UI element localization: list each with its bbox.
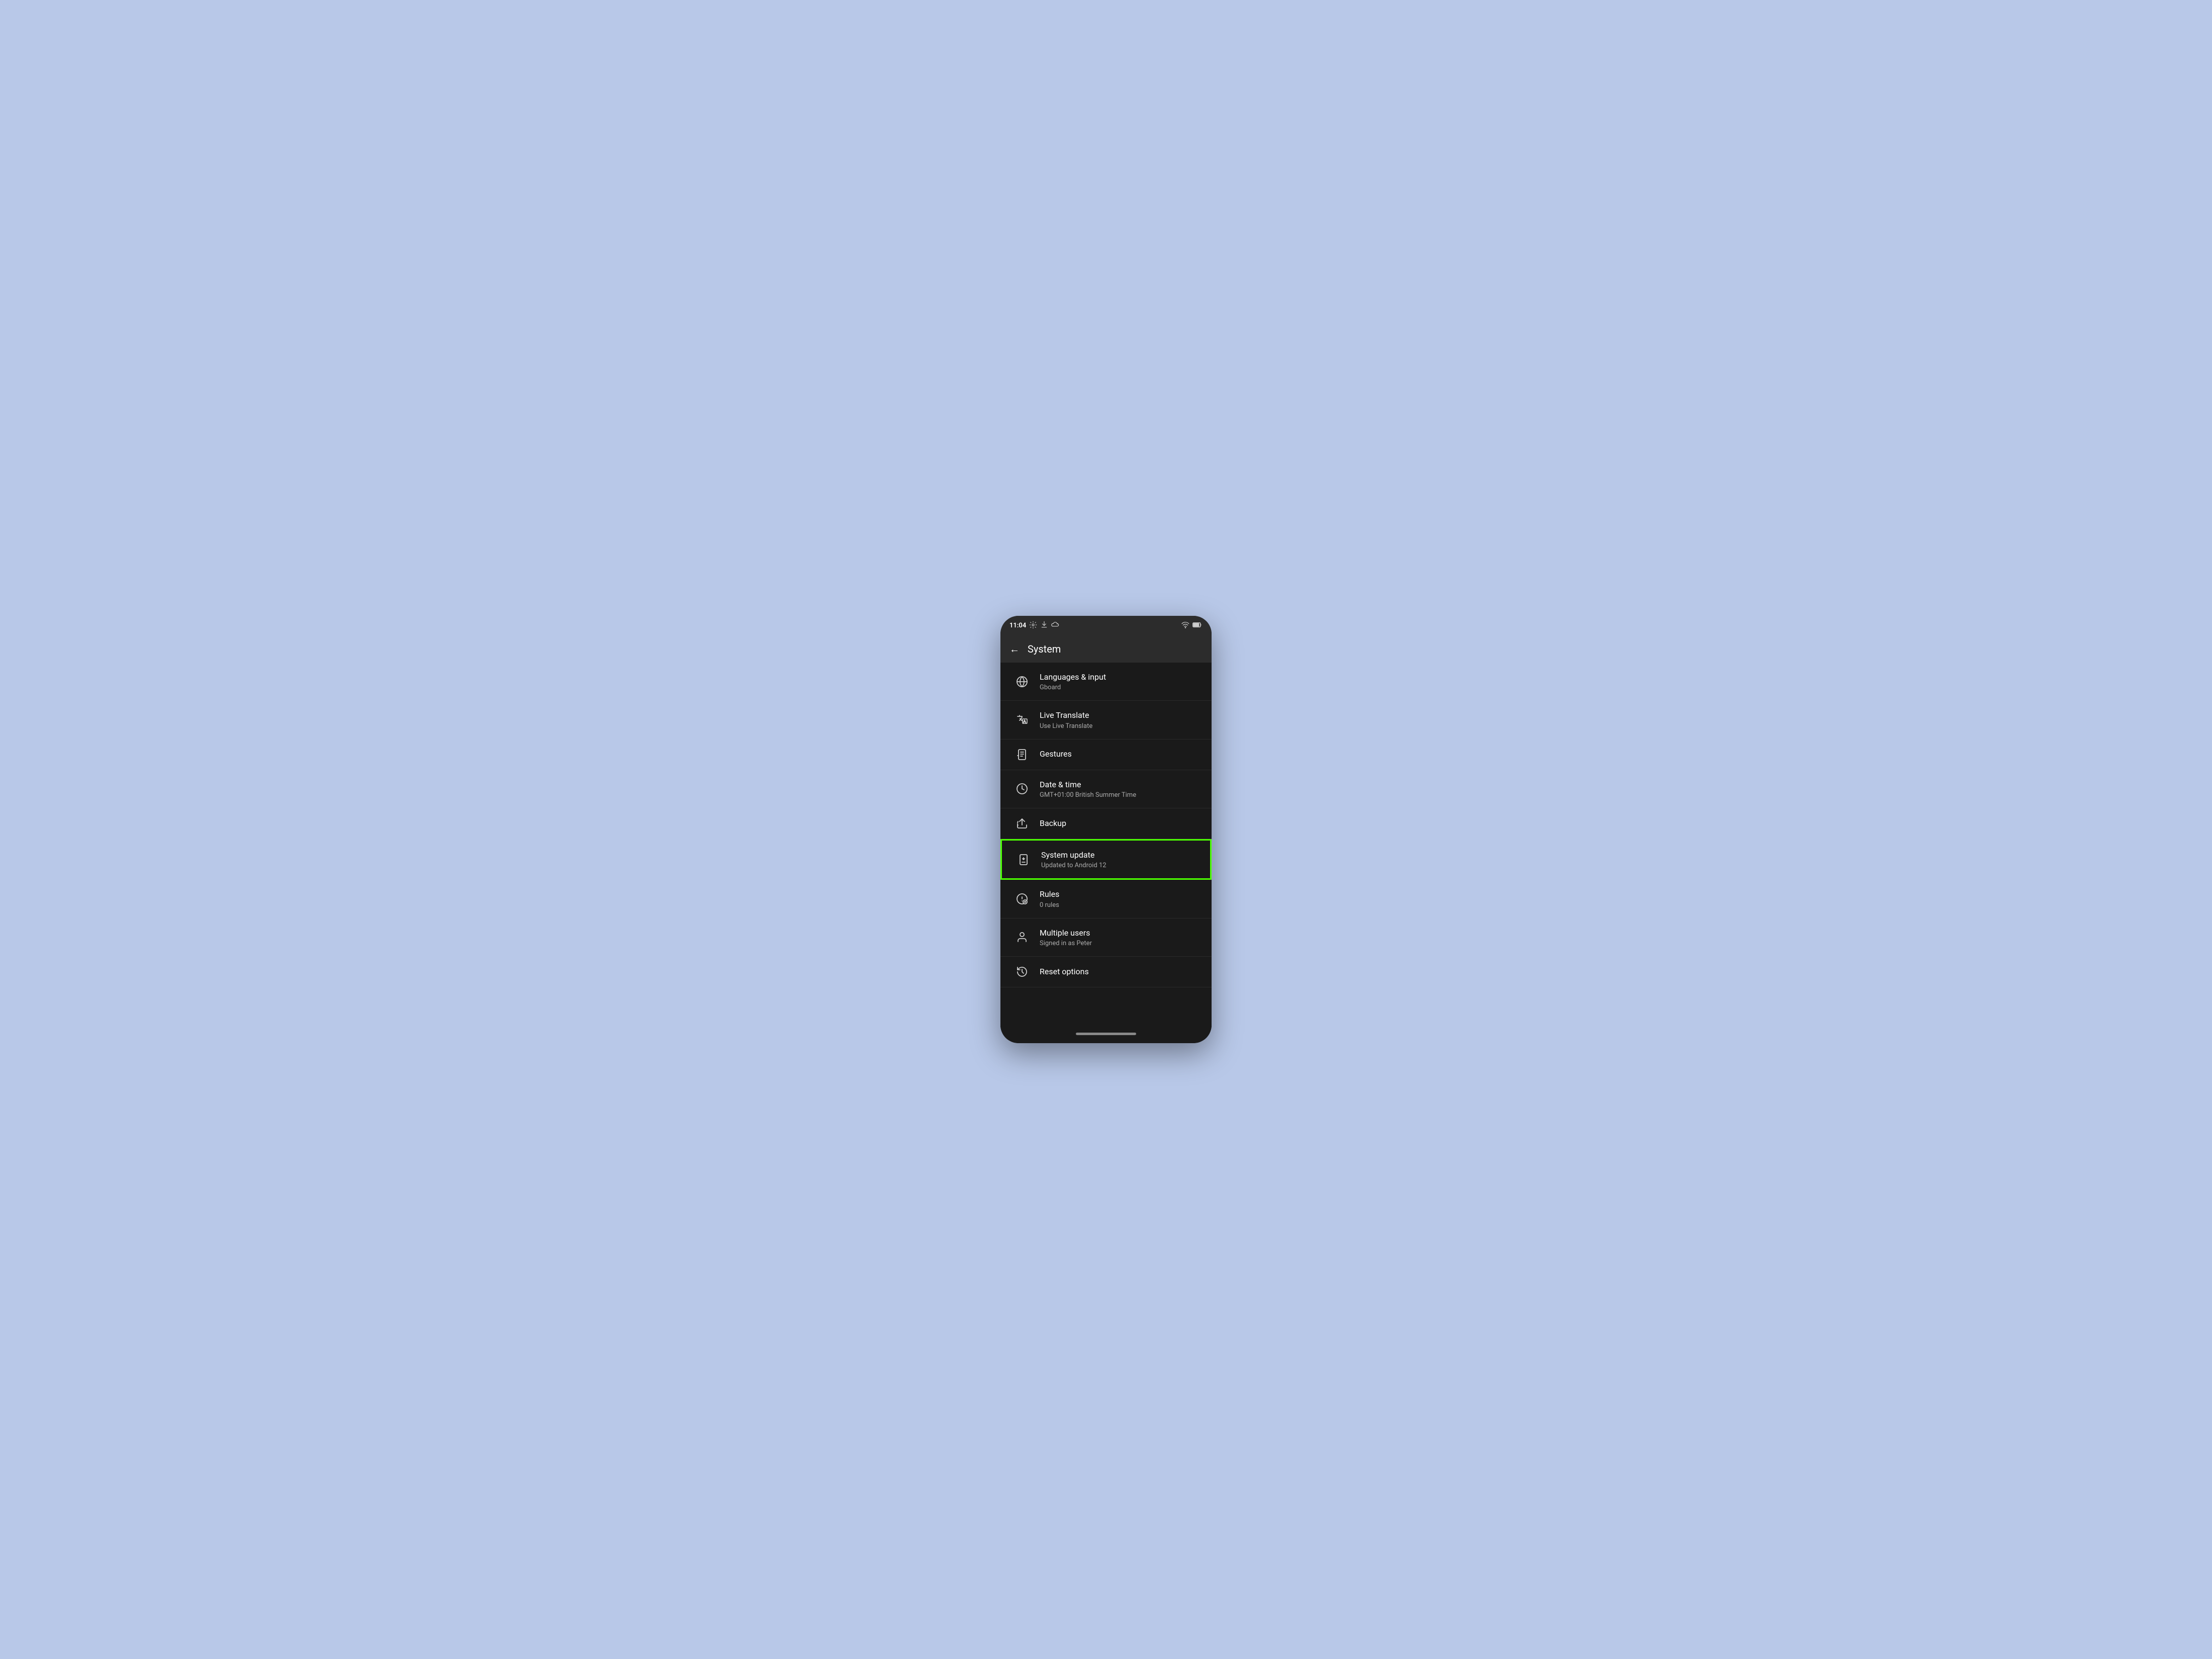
gear-icon (1029, 621, 1037, 631)
page-title: System (1028, 643, 1061, 655)
multiple-users-subtitle: Signed in as Peter (1040, 940, 1201, 947)
reset-options-text: Reset options (1033, 966, 1201, 977)
live-translate-subtitle: Use Live Translate (1040, 722, 1201, 730)
date-time-subtitle: GMT+01:00 British Summer Time (1040, 791, 1201, 799)
rules-text: Rules 0 rules (1033, 889, 1201, 908)
rules-title: Rules (1040, 889, 1201, 900)
rules-subtitle: 0 rules (1040, 901, 1201, 909)
backup-title: Backup (1040, 818, 1201, 829)
reset-icon (1011, 966, 1033, 978)
users-icon (1011, 931, 1033, 943)
live-translate-text: Live Translate Use Live Translate (1033, 710, 1201, 729)
system-update-title: System update (1041, 850, 1199, 861)
rules-icon (1011, 893, 1033, 905)
languages-title: Languages & input (1040, 672, 1201, 683)
clock-icon (1011, 783, 1033, 795)
date-time-title: Date & time (1040, 779, 1201, 790)
globe-icon (1011, 676, 1033, 688)
menu-list: Languages & input Gboard Live Translate … (1000, 663, 1212, 1028)
reset-options-title: Reset options (1040, 966, 1201, 977)
battery-icon (1192, 621, 1203, 631)
home-bar (1000, 1028, 1212, 1043)
gestures-text: Gestures (1033, 749, 1201, 760)
gestures-title: Gestures (1040, 749, 1201, 760)
bottom-spacer (1000, 987, 1212, 1028)
backup-text: Backup (1033, 818, 1201, 829)
cloud-icon (1051, 621, 1059, 631)
status-bar-left: 11:04 (1009, 621, 1059, 631)
menu-item-backup[interactable]: Backup (1000, 808, 1212, 839)
multiple-users-text: Multiple users Signed in as Peter (1033, 928, 1201, 947)
menu-item-multiple-users[interactable]: Multiple users Signed in as Peter (1000, 918, 1212, 957)
gesture-icon (1011, 749, 1033, 761)
download-icon (1040, 621, 1048, 631)
status-bar-right (1181, 621, 1203, 631)
menu-item-gestures[interactable]: Gestures (1000, 740, 1212, 770)
menu-item-date-time[interactable]: Date & time GMT+01:00 British Summer Tim… (1000, 770, 1212, 808)
back-button[interactable]: ← (1009, 643, 1020, 656)
system-update-text: System update Updated to Android 12 (1034, 850, 1199, 869)
live-translate-title: Live Translate (1040, 710, 1201, 721)
status-time: 11:04 (1009, 622, 1026, 629)
backup-icon (1011, 817, 1033, 829)
menu-item-languages[interactable]: Languages & input Gboard (1000, 663, 1212, 701)
status-bar: 11:04 (1000, 616, 1212, 636)
menu-item-rules[interactable]: Rules 0 rules (1000, 880, 1212, 918)
wifi-icon (1181, 621, 1189, 631)
languages-text: Languages & input Gboard (1033, 672, 1201, 691)
translate-icon (1011, 714, 1033, 726)
update-icon (1013, 854, 1034, 866)
header: ← System (1000, 636, 1212, 663)
phone-container: 11:04 (1000, 616, 1212, 1043)
languages-subtitle: Gboard (1040, 684, 1201, 691)
date-time-text: Date & time GMT+01:00 British Summer Tim… (1033, 779, 1201, 799)
multiple-users-title: Multiple users (1040, 928, 1201, 939)
home-indicator (1076, 1033, 1136, 1035)
menu-item-reset-options[interactable]: Reset options (1000, 957, 1212, 987)
menu-item-system-update[interactable]: System update Updated to Android 12 (1000, 839, 1212, 880)
system-update-subtitle: Updated to Android 12 (1041, 862, 1199, 869)
menu-item-live-translate[interactable]: Live Translate Use Live Translate (1000, 701, 1212, 739)
